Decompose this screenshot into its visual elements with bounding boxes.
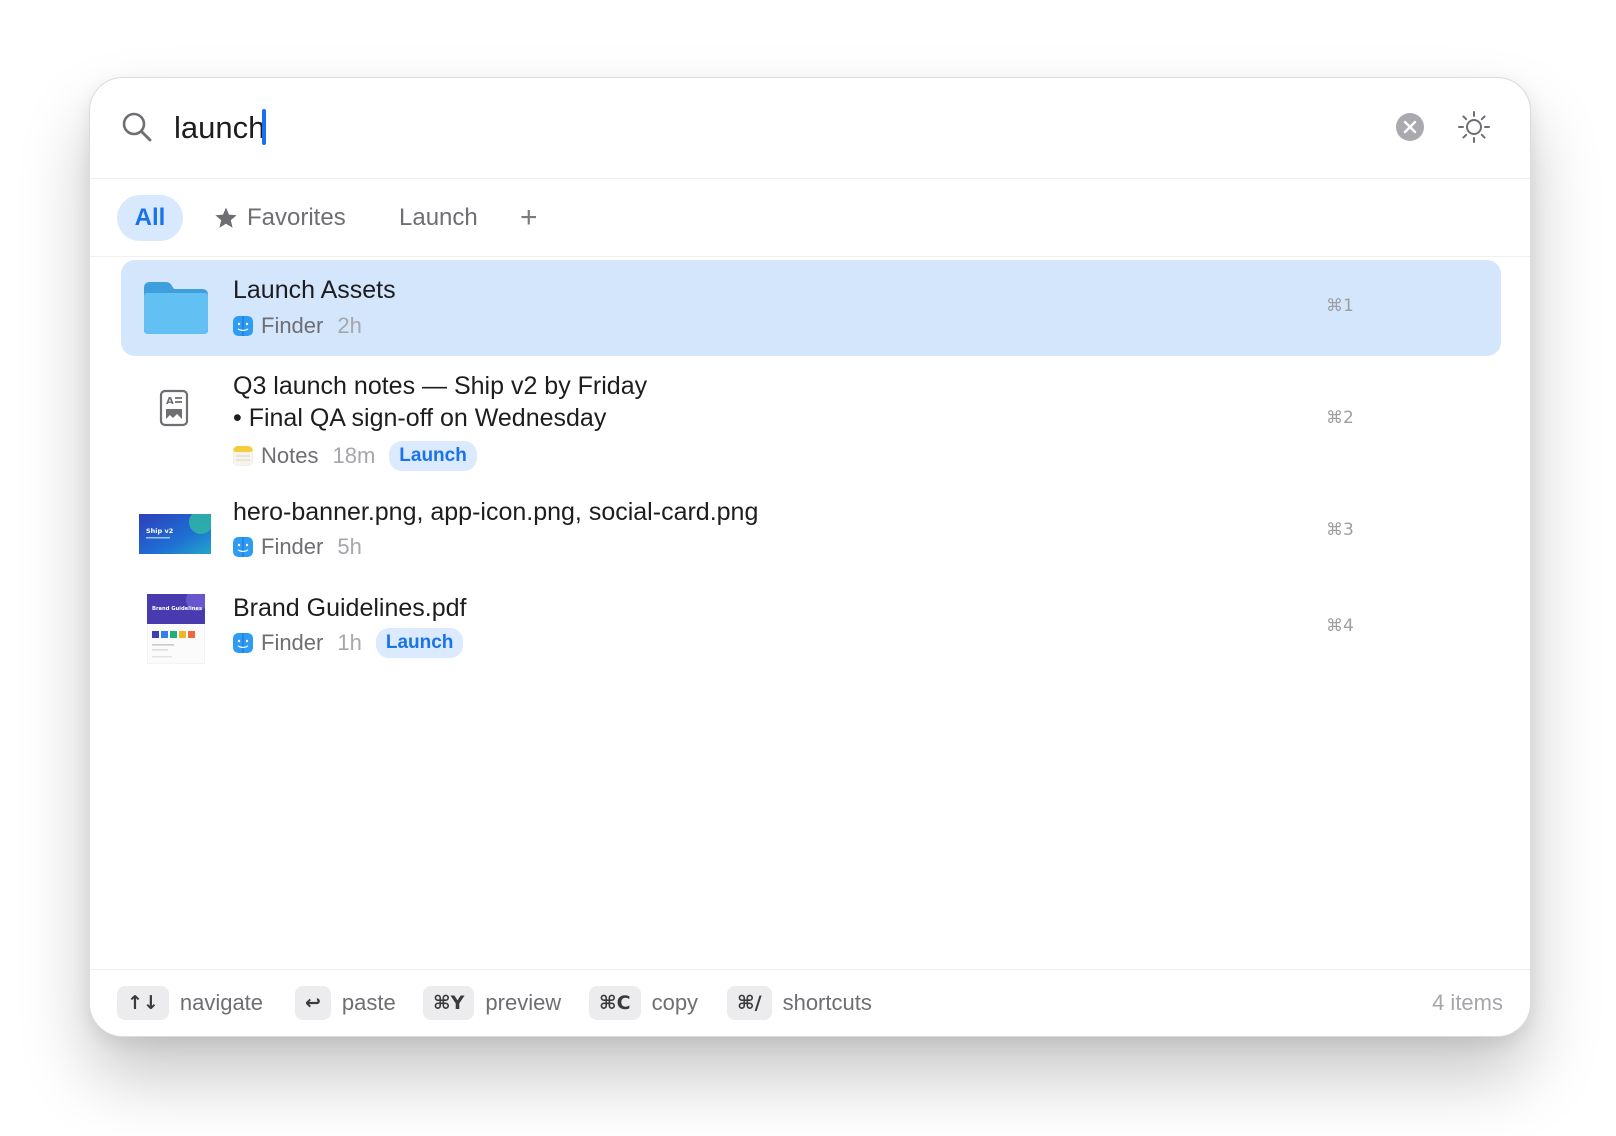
hint-navigate: ↑↓ navigate	[117, 986, 263, 1020]
hint-copy: ⌘C copy	[589, 986, 698, 1020]
search-icon	[122, 112, 152, 142]
result-item-launch-notes[interactable]: A Q3 launch notes — Ship v2 by Friday • …	[121, 360, 1501, 478]
star-icon	[215, 207, 237, 228]
text-cursor	[262, 109, 266, 145]
result-title: Q3 launch notes — Ship v2 by Friday • Fi…	[233, 370, 647, 434]
clear-search-button[interactable]	[1396, 113, 1424, 141]
tab-launch[interactable]: Launch	[399, 195, 478, 241]
finder-icon	[233, 316, 253, 336]
result-meta: Finder 2h	[233, 312, 362, 340]
tab-label: All	[134, 204, 166, 231]
result-item-launch-assets[interactable]: Launch Assets Finder 2h ⌘1	[121, 260, 1501, 356]
shortcut-hint: ⌘3	[1326, 520, 1354, 540]
key-badge: ⌘/	[727, 986, 772, 1020]
timestamp: 1h	[337, 630, 362, 655]
timestamp: 2h	[337, 313, 362, 338]
result-meta: Notes 18m Launch	[233, 441, 477, 471]
finder-icon	[233, 537, 253, 557]
key-badge: ↩	[295, 986, 331, 1020]
pdf-thumbnail: Brand Guidelines	[147, 594, 205, 664]
hint-label: paste	[341, 990, 396, 1015]
app-name: Finder	[261, 313, 324, 338]
filter-tabs: All Favorites Launch +	[90, 178, 1530, 257]
app-name: Finder	[261, 534, 324, 559]
timestamp: 5h	[337, 534, 362, 559]
app-name: Finder	[261, 630, 324, 655]
tag-badge[interactable]: Launch	[389, 441, 477, 471]
finder-icon	[233, 633, 253, 653]
tab-favorites[interactable]: Favorites	[214, 195, 346, 241]
result-item-brand-guidelines[interactable]: Brand Guidelines Brand Guidelines.pdf Fi…	[121, 582, 1501, 674]
shortcut-hint: ⌘2	[1326, 408, 1354, 428]
shortcut-hint: ⌘1	[1326, 296, 1354, 316]
hint-label: copy	[651, 990, 699, 1015]
add-tab-button[interactable]: +	[520, 195, 538, 241]
result-title: Brand Guidelines.pdf	[233, 594, 467, 622]
thumbnail-text: Brand Guidelines	[152, 606, 202, 612]
hint-paste: ↩ paste	[295, 986, 396, 1020]
result-title: Launch Assets	[233, 276, 396, 304]
key-badge: ↑↓	[117, 986, 169, 1020]
hint-preview: ⌘Y preview	[423, 986, 561, 1020]
image-thumbnail: Ship v2	[139, 514, 211, 554]
result-meta: Finder 1h Launch	[233, 628, 464, 658]
folder-icon	[144, 282, 208, 334]
shortcut-hint: ⌘4	[1326, 616, 1354, 636]
sun-icon[interactable]	[1457, 110, 1491, 144]
search-bar	[90, 78, 1530, 179]
tab-label: Launch	[399, 204, 478, 231]
search-input[interactable]	[174, 100, 1074, 156]
hint-label: navigate	[179, 990, 264, 1015]
items-count: 4 items	[1432, 990, 1503, 1015]
plus-icon: +	[520, 201, 538, 234]
text-document-icon: A	[159, 389, 189, 427]
hint-label: preview	[485, 990, 562, 1015]
result-title-line: • Final QA sign-off on Wednesday	[233, 404, 607, 432]
tag-badge[interactable]: Launch	[375, 628, 464, 658]
clipboard-launcher-window: All Favorites Launch + Launch Assets	[89, 77, 1531, 1037]
result-meta: Finder 5h	[233, 533, 362, 561]
tab-all[interactable]: All	[117, 195, 183, 241]
timestamp: 18m	[332, 443, 376, 468]
tab-label: Favorites	[247, 204, 346, 231]
close-icon	[1403, 120, 1417, 134]
key-badge: ⌘Y	[423, 986, 475, 1020]
result-item-images[interactable]: Ship v2 hero-banner.png, app-icon.png, s…	[121, 488, 1501, 578]
keyboard-hints-footer: ↑↓ navigate ↩ paste ⌘Y preview ⌘C copy ⌘…	[90, 969, 1530, 1036]
thumbnail-text: Ship v2	[146, 527, 173, 535]
result-title-line: Q3 launch notes — Ship v2 by Friday	[233, 372, 648, 400]
app-name: Notes	[261, 443, 319, 468]
svg-text:A: A	[166, 396, 174, 407]
hint-shortcuts: ⌘/ shortcuts	[727, 986, 872, 1020]
hint-label: shortcuts	[782, 990, 872, 1015]
result-title: hero-banner.png, app-icon.png, social-ca…	[233, 498, 759, 526]
notes-icon	[233, 446, 253, 466]
key-badge: ⌘C	[589, 986, 641, 1020]
